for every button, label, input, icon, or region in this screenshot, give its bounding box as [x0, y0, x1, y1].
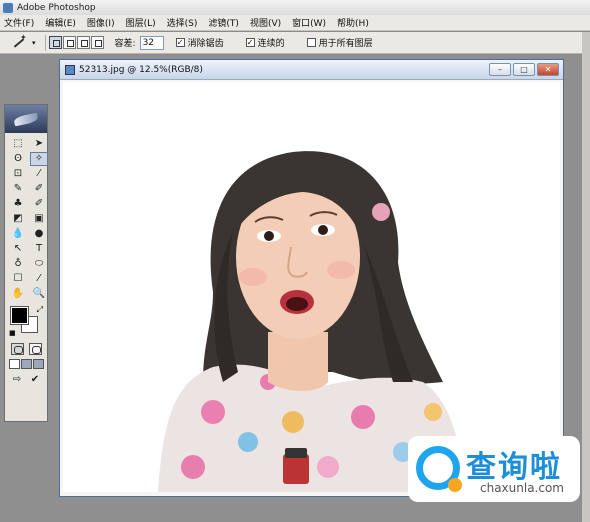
- screen-mode-row: [5, 357, 47, 371]
- tool-grid: ⬚ ➤ ʘ ✧ ⊡ ⁄ ✎ ✐ ♣ ✐ ◩ ▣ 💧 ● ↖ T ♁ ⬭ ☐ ⁄ …: [5, 133, 48, 301]
- document-icon: [65, 64, 75, 75]
- menu-bar: 文件(F) 编辑(E) 图像(I) 图层(L) 选择(S) 滤镜(T) 视图(V…: [0, 15, 590, 31]
- add-to-selection-button[interactable]: [62, 36, 76, 49]
- contiguous-check-icon[interactable]: ✓: [245, 38, 255, 47]
- history-brush-tool-icon[interactable]: ✐: [30, 197, 48, 211]
- menu-file[interactable]: 文件(F): [4, 16, 34, 29]
- tolerance-input[interactable]: 32: [139, 35, 164, 50]
- hand-tool-icon[interactable]: ✋: [9, 287, 27, 301]
- antialias-label: 消除锯齿: [187, 39, 224, 49]
- pen-tool-icon[interactable]: ♁: [9, 257, 27, 271]
- watermark-brand-text: 查询啦: [466, 450, 562, 485]
- jump-row: ⇨ ✔: [5, 371, 47, 389]
- divider: [44, 34, 46, 51]
- search-logo-icon: [416, 446, 462, 492]
- menu-view[interactable]: 视图(V): [250, 16, 281, 29]
- default-colors-icon[interactable]: ■: [9, 329, 16, 337]
- foreground-color-swatch[interactable]: [10, 306, 29, 325]
- photoshop-icon: [3, 2, 13, 13]
- swap-colors-icon[interactable]: ⤢: [37, 305, 43, 315]
- watermark-url-text: chaxunla.com: [480, 481, 564, 495]
- jump-to-imageready-icon[interactable]: ⇨: [13, 373, 21, 387]
- crop-tool-icon[interactable]: ⊡: [9, 167, 27, 181]
- dodge-tool-icon[interactable]: ●: [30, 227, 48, 241]
- standard-mode-button[interactable]: [10, 343, 24, 355]
- menu-layer[interactable]: 图层(L): [126, 16, 156, 29]
- app-titlebar: Adobe Photoshop: [0, 0, 590, 15]
- full-screen-menu-mode-button[interactable]: [20, 359, 32, 369]
- document-titlebar[interactable]: 52313.jpg @ 12.5%(RGB/8) – □ ✕: [60, 60, 563, 80]
- antialias-checkbox[interactable]: ✓ 消除锯齿: [175, 36, 224, 49]
- contiguous-checkbox[interactable]: ✓ 连续的: [245, 36, 285, 49]
- menu-window[interactable]: 窗口(W): [292, 16, 326, 29]
- menu-filter[interactable]: 滤镜(T): [208, 16, 239, 29]
- zoom-tool-icon[interactable]: 🔍: [30, 287, 48, 301]
- feather-logo-icon: [13, 112, 39, 126]
- slice-tool-icon[interactable]: ⁄: [30, 167, 48, 181]
- document-title: 52313.jpg @ 12.5%(RGB/8): [79, 64, 203, 75]
- toolbox-header[interactable]: [5, 105, 47, 133]
- toolbox-panel: ⬚ ➤ ʘ ✧ ⊡ ⁄ ✎ ✐ ♣ ✐ ◩ ▣ 💧 ● ↖ T ♁ ⬭ ☐ ⁄ …: [4, 104, 48, 422]
- close-button[interactable]: ✕: [537, 63, 559, 76]
- notes-tool-icon[interactable]: ☐: [9, 272, 27, 286]
- standard-screen-mode-button[interactable]: [8, 359, 20, 369]
- options-bar: ▾ 容差: 32 ✓ 消除锯齿 ✓ 连续的 用于所有图层: [0, 32, 590, 54]
- minimize-button[interactable]: –: [489, 63, 511, 76]
- marquee-tool-icon[interactable]: ⬚: [9, 137, 27, 151]
- new-selection-button[interactable]: [48, 36, 62, 49]
- subtract-from-selection-button[interactable]: [76, 36, 90, 49]
- magic-wand-tool-icon[interactable]: ✧: [30, 152, 48, 166]
- antialias-check-icon[interactable]: ✓: [175, 38, 185, 47]
- healing-brush-tool-icon[interactable]: ✎: [9, 182, 27, 196]
- all-layers-label: 用于所有图层: [318, 39, 373, 49]
- gradient-tool-icon[interactable]: ▣: [30, 212, 48, 226]
- all-layers-checkbox[interactable]: 用于所有图层: [306, 36, 373, 49]
- blur-tool-icon[interactable]: 💧: [9, 227, 27, 241]
- palette-well-edge: [582, 32, 590, 522]
- intersect-selection-button[interactable]: [90, 36, 104, 49]
- type-tool-icon[interactable]: T: [30, 242, 48, 256]
- watermark-badge: 查询啦 chaxunla.com: [408, 436, 580, 502]
- maximize-button[interactable]: □: [513, 63, 535, 76]
- menu-edit[interactable]: 编辑(E): [45, 16, 76, 29]
- move-tool-icon[interactable]: ➤: [30, 137, 48, 151]
- photo-girl: [158, 151, 463, 492]
- path-selection-tool-icon[interactable]: ↖: [9, 242, 27, 256]
- brush-tool-icon[interactable]: ✐: [30, 182, 48, 196]
- tool-preset-caret-icon[interactable]: ▾: [32, 39, 36, 47]
- color-swatches: ⤢ ■: [5, 305, 47, 341]
- eyedropper-tool-icon[interactable]: ⁄: [30, 272, 48, 286]
- tolerance-label: 容差:: [114, 39, 136, 49]
- menu-help[interactable]: 帮助(H): [337, 16, 369, 29]
- document-window: 52313.jpg @ 12.5%(RGB/8) – □ ✕: [59, 59, 564, 497]
- image-canvas[interactable]: [63, 82, 560, 492]
- full-screen-mode-button[interactable]: [32, 359, 44, 369]
- shape-tool-icon[interactable]: ⬭: [30, 257, 48, 271]
- all-layers-check-icon[interactable]: [306, 38, 316, 47]
- contiguous-label: 连续的: [257, 39, 285, 49]
- edit-icon[interactable]: ✔: [31, 373, 39, 387]
- mask-mode-row: [5, 341, 47, 357]
- clone-stamp-tool-icon[interactable]: ♣: [9, 197, 27, 211]
- magic-wand-icon[interactable]: [10, 33, 28, 50]
- app-title: Adobe Photoshop: [17, 2, 96, 13]
- lasso-tool-icon[interactable]: ʘ: [9, 152, 27, 166]
- quick-mask-mode-button[interactable]: [28, 343, 42, 355]
- menu-image[interactable]: 图像(I): [87, 16, 115, 29]
- menu-select[interactable]: 选择(S): [167, 16, 198, 29]
- eraser-tool-icon[interactable]: ◩: [9, 212, 27, 226]
